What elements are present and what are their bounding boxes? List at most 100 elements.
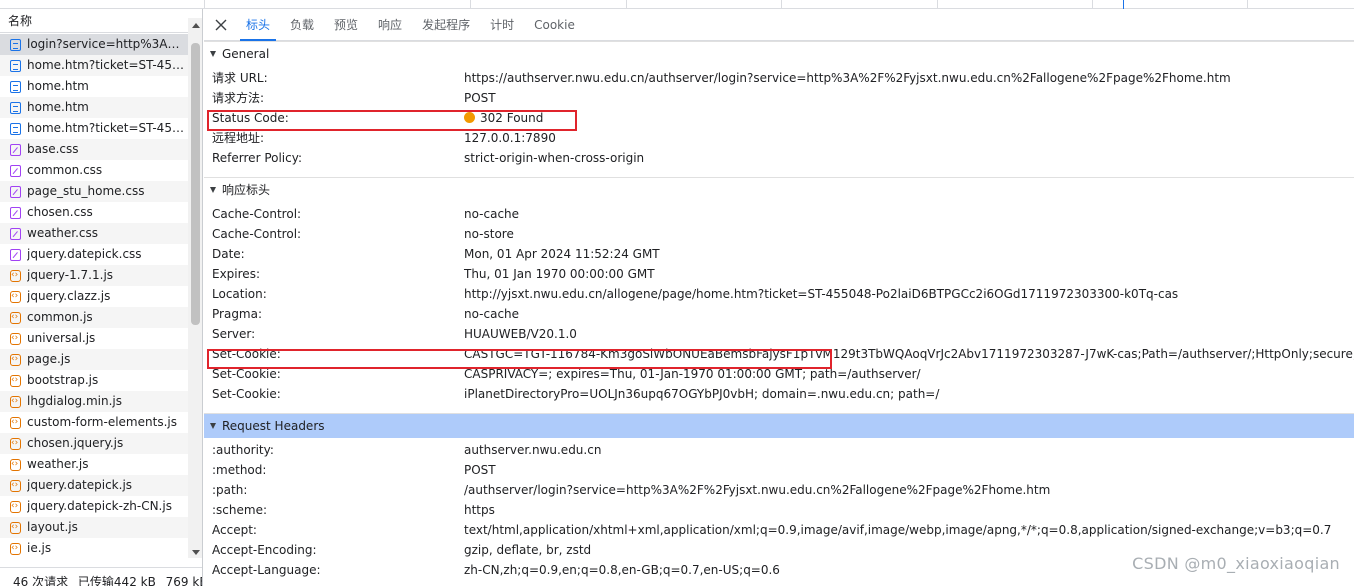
header-row: 请求方法: POST (204, 88, 1354, 108)
request-row[interactable]: lhgdialog.min.js (0, 391, 188, 412)
request-row[interactable]: home.htm (0, 76, 188, 97)
header-row: 请求 URL: https://authserver.nwu.edu.cn/aut… (204, 68, 1354, 88)
request-row[interactable]: ie.js (0, 538, 188, 559)
header-key: Accept-Language: (212, 563, 321, 577)
request-list: login?service=http%3A%... home.htm?ticket… (0, 34, 188, 559)
header-key: Set-Cookie: (212, 367, 281, 381)
request-name: home.htm (27, 100, 89, 114)
section-title: General (222, 46, 270, 61)
scroll-up-arrow-icon[interactable] (192, 23, 200, 28)
name-column-header[interactable]: 名称 (0, 9, 202, 33)
js-file-icon (10, 307, 21, 328)
request-row[interactable]: universal.js (0, 328, 188, 349)
request-row[interactable]: base.css (0, 139, 188, 160)
header-value: POST (464, 91, 496, 105)
request-row[interactable]: custom-form-elements.js (0, 412, 188, 433)
document-icon (10, 101, 21, 114)
header-row: 远程地址: 127.0.0.1:7890 (204, 128, 1354, 148)
tab-5[interactable]: 计时 (480, 9, 524, 41)
request-row[interactable]: jquery.datepick.css (0, 244, 188, 265)
header-key: Cache-Control: (212, 207, 302, 221)
header-row: Date: Mon, 01 Apr 2024 11:52:24 GMT (204, 244, 1354, 264)
status-code-value: 302 Found (480, 111, 544, 125)
request-row[interactable]: chosen.jquery.js (0, 433, 188, 454)
request-list-scrollbar[interactable] (188, 18, 202, 558)
request-name: jquery-1.7.1.js (27, 268, 114, 282)
request-row[interactable]: jquery.datepick-zh-CN.js (0, 496, 188, 517)
tab-4[interactable]: 发起程序 (412, 9, 480, 41)
js-file-icon (10, 370, 21, 391)
request-name: base.css (27, 142, 79, 156)
request-row[interactable]: page.js (0, 349, 188, 370)
header-key: :scheme: (212, 503, 267, 517)
header-value: https (464, 503, 495, 517)
js-file-icon (10, 328, 21, 349)
request-row[interactable]: common.js (0, 307, 188, 328)
header-key: :authority: (212, 443, 274, 457)
tab-0[interactable]: 标头 (236, 9, 280, 41)
js-file-icon (10, 349, 21, 370)
request-row[interactable]: common.css (0, 160, 188, 181)
request-headers-section-header[interactable]: Request Headers (204, 413, 1354, 438)
request-name: chosen.jquery.js (27, 436, 124, 450)
header-row: Set-Cookie: CASPRIVACY=; expires=Thu, 01-… (204, 364, 1354, 384)
request-row[interactable]: home.htm?ticket=ST-455... (0, 55, 188, 76)
header-value: /authserver/login?service=http%3A%2F%2Fy… (464, 483, 1051, 497)
request-name: login?service=http%3A%... (27, 37, 188, 51)
status-dot-icon (464, 112, 475, 123)
header-row: :path: /authserver/login?service=http%3A%… (204, 480, 1354, 500)
request-name: weather.js (27, 457, 89, 471)
transferred-size: 已传输442 kB (77, 575, 156, 586)
collapse-triangle-icon[interactable] (210, 187, 216, 193)
document-icon (10, 122, 21, 135)
tab-1[interactable]: 负载 (280, 9, 324, 41)
request-name: chosen.css (27, 205, 93, 219)
css-file-icon (10, 143, 21, 156)
request-row[interactable]: weather.js (0, 454, 188, 475)
header-key: :method: (212, 463, 267, 477)
request-row[interactable]: page_stu_home.css (0, 181, 188, 202)
tab-3[interactable]: 响应 (368, 9, 412, 41)
js-file-icon (10, 517, 21, 538)
tab-2[interactable]: 预览 (324, 9, 368, 41)
scrollbar-thumb[interactable] (191, 43, 200, 325)
header-value: POST (464, 463, 496, 477)
header-value: zh-CN,zh;q=0.9,en;q=0.8,en-GB;q=0.7,en-U… (464, 563, 780, 577)
request-name: weather.css (27, 226, 98, 240)
header-key: Pragma: (212, 307, 263, 321)
header-value: strict-origin-when-cross-origin (464, 151, 645, 165)
header-value: https://authserver.nwu.edu.cn/authserver… (464, 71, 1231, 85)
close-details-button[interactable] (206, 9, 236, 41)
request-row[interactable]: login?service=http%3A%... (0, 34, 188, 55)
network-summary-bar: 46 次请求 已传输442 kB 769 kB 条 (0, 567, 202, 586)
request-row[interactable]: bootstrap.js (0, 370, 188, 391)
header-key: 请求 URL: (212, 71, 268, 85)
header-value: 127.0.0.1:7890 (464, 131, 556, 145)
css-file-icon (10, 185, 21, 198)
header-key: Set-Cookie: (212, 347, 281, 361)
header-key: Accept: (212, 523, 257, 537)
request-row[interactable]: weather.css (0, 223, 188, 244)
request-row[interactable]: jquery-1.7.1.js (0, 265, 188, 286)
request-row[interactable]: jquery.clazz.js (0, 286, 188, 307)
request-row[interactable]: home.htm?ticket=ST-455... (0, 118, 188, 139)
header-key: 远程地址: (212, 131, 265, 145)
js-file-icon (10, 265, 21, 286)
css-file-icon (10, 248, 21, 261)
request-name: bootstrap.js (27, 373, 99, 387)
response-headers-section-header[interactable]: 响应标头 (204, 177, 1354, 202)
general-section-header[interactable]: General (204, 41, 1354, 66)
scroll-down-arrow-icon[interactable] (192, 550, 200, 555)
css-file-icon (10, 227, 21, 240)
watermark: CSDN @m0_xiaoxiaoqian (1132, 554, 1340, 573)
details-tab-bar: 标头 负载 预览 响应 发起程序 计时 Cookie (204, 9, 1354, 41)
collapse-triangle-icon[interactable] (210, 51, 216, 57)
request-row[interactable]: chosen.css (0, 202, 188, 223)
tab-6[interactable]: Cookie (524, 9, 585, 41)
request-row[interactable]: home.htm (0, 97, 188, 118)
collapse-triangle-icon[interactable] (210, 423, 216, 429)
request-row[interactable]: jquery.datepick.js (0, 475, 188, 496)
header-value: 302 Found (464, 108, 543, 128)
request-row[interactable]: layout.js (0, 517, 188, 538)
section-title: 响应标头 (222, 182, 271, 197)
